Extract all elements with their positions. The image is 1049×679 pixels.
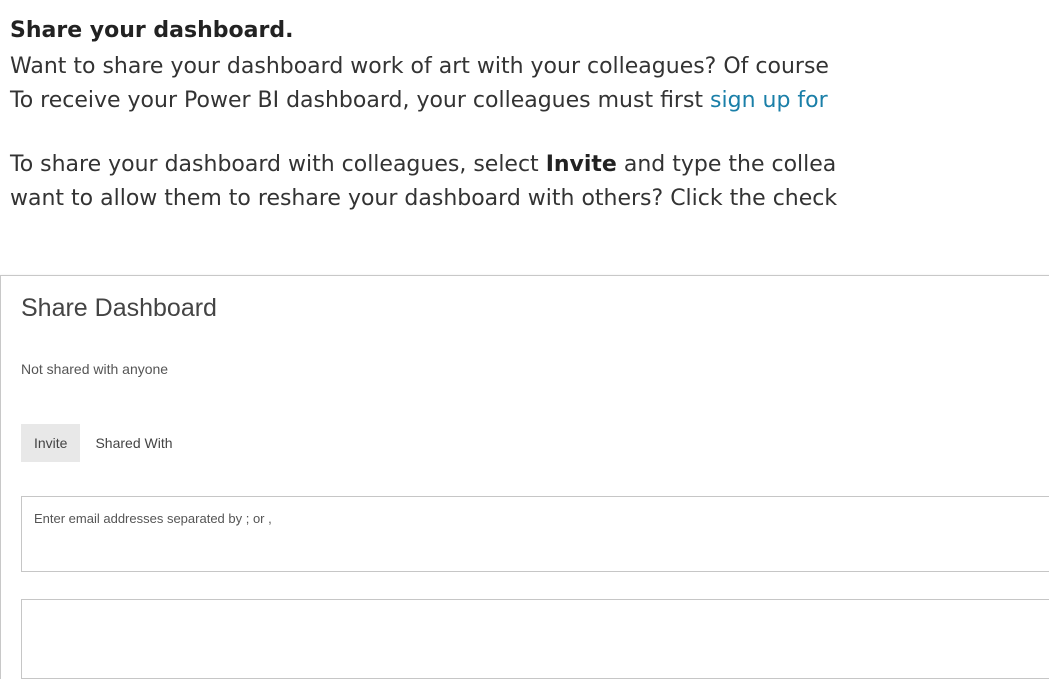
- paragraph-2-text-after: and type the collea: [616, 152, 837, 177]
- paragraph-1-line-1: Want to share your dashboard work of art…: [10, 54, 829, 79]
- tab-shared-with[interactable]: Shared With: [82, 424, 185, 462]
- email-field-container: [21, 496, 1049, 572]
- article: Share your dashboard. Want to share your…: [0, 0, 1049, 679]
- tab-invite[interactable]: Invite: [21, 424, 81, 462]
- paragraph-2-line-1: To share your dashboard with colleagues,…: [10, 150, 836, 180]
- paragraph-1-line-2-text: To receive your Power BI dashboard, your…: [10, 88, 711, 113]
- sign-up-link[interactable]: sign up for: [710, 88, 828, 113]
- paragraph-2-text-before: To share your dashboard with colleagues,…: [10, 152, 546, 177]
- share-status-text: Not shared with anyone: [21, 361, 169, 377]
- message-field[interactable]: [21, 599, 1049, 679]
- email-addresses-input[interactable]: [22, 497, 1049, 571]
- paragraph-2-line-2: want to allow them to reshare your dashb…: [10, 186, 838, 211]
- paragraph-1-line-2: To receive your Power BI dashboard, your…: [10, 86, 828, 116]
- dialog-title: Share Dashboard: [21, 294, 217, 322]
- invite-emphasis: Invite: [545, 152, 617, 177]
- section-heading: Share your dashboard.: [10, 18, 294, 43]
- share-dashboard-dialog: Share Dashboard Not shared with anyone I…: [0, 275, 1049, 679]
- dialog-tabs: Invite Shared With: [21, 424, 186, 464]
